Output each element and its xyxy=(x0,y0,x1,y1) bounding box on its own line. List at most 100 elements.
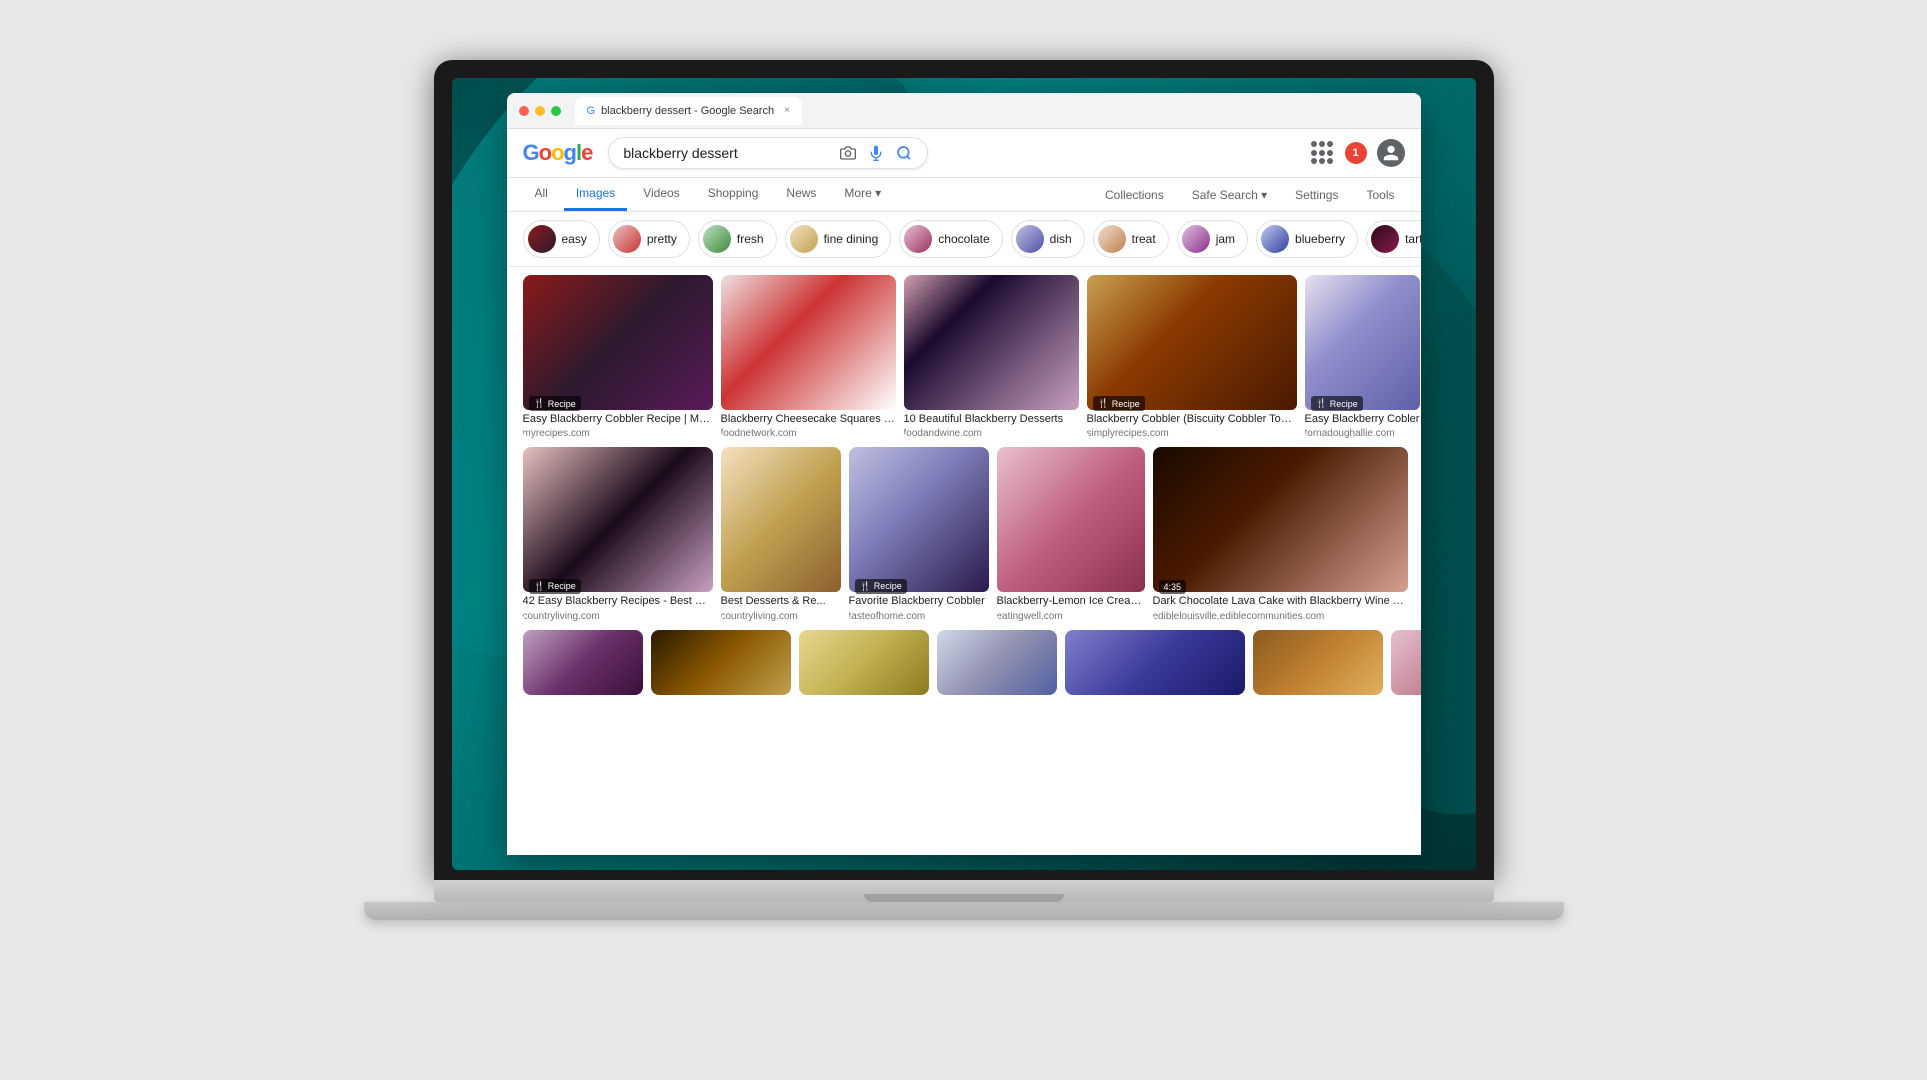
safe-search-button[interactable]: Safe Search ▾ xyxy=(1182,182,1277,208)
search-bar[interactable]: blackberry dessert xyxy=(608,137,928,169)
browser-window: G blackberry dessert - Google Search × G… xyxy=(507,93,1421,855)
close-button[interactable] xyxy=(519,106,529,116)
recipe-badge: 🍴Recipe xyxy=(529,579,581,594)
tools-button[interactable]: Tools xyxy=(1356,182,1404,208)
chip-image-dish xyxy=(1016,225,1044,253)
image-card-bottom-3[interactable] xyxy=(799,630,929,695)
tab-all[interactable]: All xyxy=(523,178,560,211)
image-card-bottom-2[interactable] xyxy=(651,630,791,695)
image-row-3 xyxy=(523,630,1405,695)
image-card-lava-cake[interactable]: 4:35 Dark Chocolate Lava Cake with Black… xyxy=(1153,447,1408,621)
image-card-bottom-6[interactable] xyxy=(1253,630,1383,695)
chip-image-jam xyxy=(1182,225,1210,253)
card-title: Blackberry Cobbler (Biscuity Cobbler Top… xyxy=(1087,410,1297,428)
google-logo: Google xyxy=(523,140,593,166)
collections-button[interactable]: Collections xyxy=(1095,182,1174,208)
image-card-beautiful[interactable]: 10 Beautiful Blackberry Desserts foodand… xyxy=(904,275,1079,439)
tab-more[interactable]: More ▾ xyxy=(832,178,893,211)
card-source: myrecipes.com xyxy=(523,428,713,439)
search-icon[interactable] xyxy=(895,144,913,162)
chip-image-treat xyxy=(1098,225,1126,253)
camera-icon[interactable] xyxy=(839,144,857,162)
card-title: Blackberry Cheesecake Squares Recipe xyxy=(721,410,896,428)
image-row-1: 🍴Recipe Easy Blackberry Cobbler Recipe |… xyxy=(523,275,1405,439)
nav-right-buttons: Collections Safe Search ▾ Settings Tools xyxy=(1095,182,1404,208)
image-card-biscuity[interactable]: 🍴Recipe Blackberry Cobbler (Biscuity Cob… xyxy=(1087,275,1297,439)
nav-tabs-bar: All Images Videos Shopping News More ▾ C… xyxy=(507,178,1421,212)
chip-label-easy: easy xyxy=(562,232,587,246)
chip-image-chocolate xyxy=(904,225,932,253)
laptop-base xyxy=(434,880,1494,902)
filter-chip-dish[interactable]: dish xyxy=(1011,220,1085,258)
chip-image-fresh xyxy=(703,225,731,253)
chip-label-blueberry: blueberry xyxy=(1295,232,1345,246)
image-results-grid: 🍴Recipe Easy Blackberry Cobbler Recipe |… xyxy=(507,267,1421,853)
recipe-badge: 🍴Recipe xyxy=(1093,396,1145,411)
card-title: Favorite Blackberry Cobbler xyxy=(849,592,989,610)
chip-label-chocolate: chocolate xyxy=(938,232,989,246)
card-source: ediblelouisville.ediblecommunities.com xyxy=(1153,611,1408,622)
chip-image-easy xyxy=(528,225,556,253)
filter-chip-treat[interactable]: treat xyxy=(1093,220,1169,258)
user-avatar[interactable] xyxy=(1377,139,1405,167)
chip-image-tart xyxy=(1371,225,1399,253)
image-card-42easy[interactable]: 🍴Recipe 42 Easy Blackberry Recipes - Bes… xyxy=(523,447,713,621)
image-card-bottom-4[interactable] xyxy=(937,630,1057,695)
apps-icon[interactable] xyxy=(1311,141,1335,165)
filter-chip-easy[interactable]: easy xyxy=(523,220,600,258)
image-card-favorite-cobbler[interactable]: 🍴Recipe Favorite Blackberry Cobbler tast… xyxy=(849,447,989,621)
maximize-button[interactable] xyxy=(551,106,561,116)
card-source: foodnetwork.com xyxy=(721,428,896,439)
filter-chip-jam[interactable]: jam xyxy=(1177,220,1248,258)
filter-chip-blueberry[interactable]: blueberry xyxy=(1256,220,1358,258)
image-card-ice-cream-pie[interactable]: Blackberry-Lemon Ice Cream Pie eatingwel… xyxy=(997,447,1145,621)
recipe-badge: 🍴Recipe xyxy=(529,396,581,411)
chip-label-tart: tart xyxy=(1405,232,1420,246)
card-title: Easy Blackberry Cobbler Recipe | MyRecip… xyxy=(523,410,713,428)
chip-label-jam: jam xyxy=(1216,232,1235,246)
minimize-button[interactable] xyxy=(535,106,545,116)
image-card-cobler[interactable]: 🍴Recipe Easy Blackberry Cobler tornadoug… xyxy=(1305,275,1420,439)
tab-favicon: G xyxy=(587,105,596,117)
filter-chips-row: easy pretty fresh fine dining xyxy=(507,212,1421,267)
filter-chip-chocolate[interactable]: chocolate xyxy=(899,220,1002,258)
image-row-2: 🍴Recipe 42 Easy Blackberry Recipes - Bes… xyxy=(523,447,1405,621)
tab-images[interactable]: Images xyxy=(564,178,627,211)
image-card-bottom-7[interactable] xyxy=(1391,630,1421,695)
card-source: eatingwell.com xyxy=(997,611,1145,622)
video-duration-badge: 4:35 xyxy=(1159,580,1187,594)
image-card-cheesecake[interactable]: Blackberry Cheesecake Squares Recipe foo… xyxy=(721,275,896,439)
chip-label-treat: treat xyxy=(1132,232,1156,246)
google-topbar: Google blackberry dessert xyxy=(507,129,1421,178)
tab-news[interactable]: News xyxy=(774,178,828,211)
card-title: 42 Easy Blackberry Recipes - Best Desser… xyxy=(523,592,713,610)
search-input[interactable]: blackberry dessert xyxy=(623,145,829,161)
tab-close-icon[interactable]: × xyxy=(784,105,790,116)
chip-label-dish: dish xyxy=(1050,232,1072,246)
image-card-best-desserts[interactable]: Best Desserts & Re... countryliving.com xyxy=(721,447,841,621)
filter-chip-fresh[interactable]: fresh xyxy=(698,220,777,258)
browser-chrome: G blackberry dessert - Google Search × xyxy=(507,93,1421,129)
chip-image-fine-dining xyxy=(790,225,818,253)
card-title: 10 Beautiful Blackberry Desserts xyxy=(904,410,1079,428)
recipe-badge: 🍴Recipe xyxy=(855,579,907,594)
microphone-icon[interactable] xyxy=(867,144,885,162)
filter-chip-tart[interactable]: tart xyxy=(1366,220,1420,258)
notification-badge[interactable]: 1 xyxy=(1345,142,1367,164)
laptop: G blackberry dessert - Google Search × G… xyxy=(414,60,1514,1020)
image-card-bottom-5[interactable] xyxy=(1065,630,1245,695)
filter-chip-pretty[interactable]: pretty xyxy=(608,220,690,258)
laptop-bottom xyxy=(364,902,1564,920)
card-source: countryliving.com xyxy=(523,611,713,622)
image-card-cobbler[interactable]: 🍴Recipe Easy Blackberry Cobbler Recipe |… xyxy=(523,275,713,439)
tab-videos[interactable]: Videos xyxy=(631,178,691,211)
laptop-screen: G blackberry dessert - Google Search × G… xyxy=(452,78,1476,870)
card-title: Easy Blackberry Cobler xyxy=(1305,410,1420,428)
card-source: tasteofhome.com xyxy=(849,611,989,622)
settings-button[interactable]: Settings xyxy=(1285,182,1348,208)
image-card-bottom-1[interactable] xyxy=(523,630,643,695)
browser-tab[interactable]: G blackberry dessert - Google Search × xyxy=(575,97,802,125)
tab-shopping[interactable]: Shopping xyxy=(696,178,771,211)
filter-chip-fine-dining[interactable]: fine dining xyxy=(785,220,892,258)
chip-image-pretty xyxy=(613,225,641,253)
